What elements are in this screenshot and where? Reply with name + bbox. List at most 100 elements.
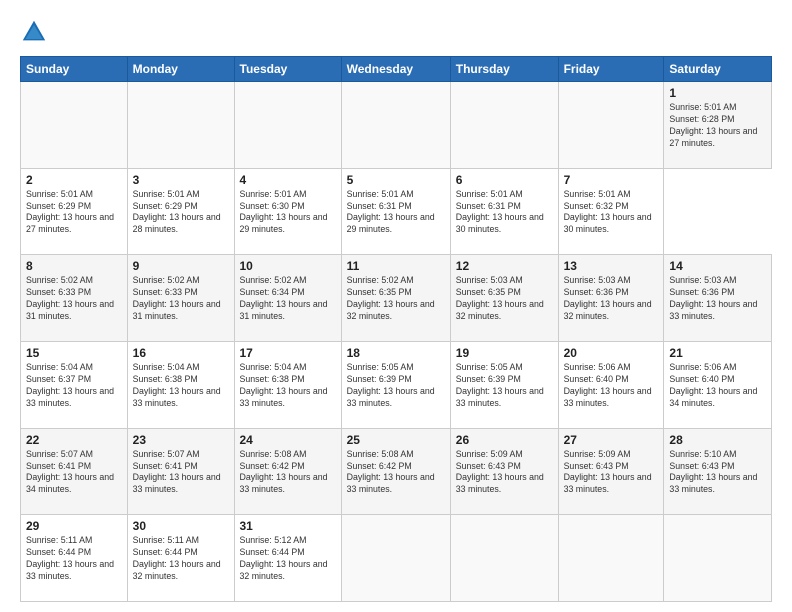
day-number: 13 [564,259,659,273]
logo-icon [20,18,48,46]
calendar-table: SundayMondayTuesdayWednesdayThursdayFrid… [20,56,772,602]
calendar-cell [341,82,450,169]
day-number: 21 [669,346,766,360]
header-day-sunday: Sunday [21,57,128,82]
day-number: 15 [26,346,122,360]
day-info: Sunrise: 5:11 AMSunset: 6:44 PMDaylight:… [133,535,221,581]
day-number: 31 [240,519,336,533]
day-info: Sunrise: 5:01 AMSunset: 6:30 PMDaylight:… [240,189,328,235]
logo [20,18,52,46]
day-number: 27 [564,433,659,447]
calendar-cell: 5 Sunrise: 5:01 AMSunset: 6:31 PMDayligh… [341,168,450,255]
day-number: 4 [240,173,336,187]
calendar-cell: 28 Sunrise: 5:10 AMSunset: 6:43 PMDaylig… [664,428,772,515]
day-number: 30 [133,519,229,533]
day-info: Sunrise: 5:11 AMSunset: 6:44 PMDaylight:… [26,535,114,581]
day-info: Sunrise: 5:07 AMSunset: 6:41 PMDaylight:… [26,449,114,495]
calendar-cell: 7 Sunrise: 5:01 AMSunset: 6:32 PMDayligh… [558,168,664,255]
calendar-cell: 13 Sunrise: 5:03 AMSunset: 6:36 PMDaylig… [558,255,664,342]
header-day-saturday: Saturday [664,57,772,82]
week-row-5: 29 Sunrise: 5:11 AMSunset: 6:44 PMDaylig… [21,515,772,602]
week-row-1: 2 Sunrise: 5:01 AMSunset: 6:29 PMDayligh… [21,168,772,255]
day-info: Sunrise: 5:04 AMSunset: 6:38 PMDaylight:… [133,362,221,408]
calendar-body: 1 Sunrise: 5:01 AMSunset: 6:28 PMDayligh… [21,82,772,602]
header [20,18,772,46]
day-info: Sunrise: 5:01 AMSunset: 6:28 PMDaylight:… [669,102,757,148]
calendar-cell: 2 Sunrise: 5:01 AMSunset: 6:29 PMDayligh… [21,168,128,255]
day-number: 19 [456,346,553,360]
day-info: Sunrise: 5:12 AMSunset: 6:44 PMDaylight:… [240,535,328,581]
day-info: Sunrise: 5:10 AMSunset: 6:43 PMDaylight:… [669,449,757,495]
calendar-cell [664,515,772,602]
calendar-cell: 26 Sunrise: 5:09 AMSunset: 6:43 PMDaylig… [450,428,558,515]
day-info: Sunrise: 5:08 AMSunset: 6:42 PMDaylight:… [240,449,328,495]
day-number: 8 [26,259,122,273]
day-number: 3 [133,173,229,187]
calendar-cell: 1 Sunrise: 5:01 AMSunset: 6:28 PMDayligh… [664,82,772,169]
day-number: 1 [669,86,766,100]
day-info: Sunrise: 5:02 AMSunset: 6:35 PMDaylight:… [347,275,435,321]
calendar-cell [21,82,128,169]
day-number: 14 [669,259,766,273]
day-number: 6 [456,173,553,187]
calendar-cell [127,82,234,169]
calendar-cell: 23 Sunrise: 5:07 AMSunset: 6:41 PMDaylig… [127,428,234,515]
day-number: 18 [347,346,445,360]
calendar-cell: 8 Sunrise: 5:02 AMSunset: 6:33 PMDayligh… [21,255,128,342]
day-info: Sunrise: 5:01 AMSunset: 6:32 PMDaylight:… [564,189,652,235]
calendar-page: SundayMondayTuesdayWednesdayThursdayFrid… [0,0,792,612]
header-day-friday: Friday [558,57,664,82]
calendar-cell: 29 Sunrise: 5:11 AMSunset: 6:44 PMDaylig… [21,515,128,602]
calendar-cell: 10 Sunrise: 5:02 AMSunset: 6:34 PMDaylig… [234,255,341,342]
day-number: 9 [133,259,229,273]
day-info: Sunrise: 5:08 AMSunset: 6:42 PMDaylight:… [347,449,435,495]
day-number: 10 [240,259,336,273]
day-number: 24 [240,433,336,447]
header-day-tuesday: Tuesday [234,57,341,82]
calendar-cell: 9 Sunrise: 5:02 AMSunset: 6:33 PMDayligh… [127,255,234,342]
day-info: Sunrise: 5:03 AMSunset: 6:36 PMDaylight:… [669,275,757,321]
day-number: 20 [564,346,659,360]
calendar-cell: 22 Sunrise: 5:07 AMSunset: 6:41 PMDaylig… [21,428,128,515]
day-info: Sunrise: 5:07 AMSunset: 6:41 PMDaylight:… [133,449,221,495]
day-number: 11 [347,259,445,273]
calendar-cell: 18 Sunrise: 5:05 AMSunset: 6:39 PMDaylig… [341,341,450,428]
day-info: Sunrise: 5:09 AMSunset: 6:43 PMDaylight:… [456,449,544,495]
calendar-cell: 14 Sunrise: 5:03 AMSunset: 6:36 PMDaylig… [664,255,772,342]
day-number: 17 [240,346,336,360]
calendar-cell [558,82,664,169]
calendar-cell: 21 Sunrise: 5:06 AMSunset: 6:40 PMDaylig… [664,341,772,428]
day-number: 23 [133,433,229,447]
day-number: 29 [26,519,122,533]
day-info: Sunrise: 5:03 AMSunset: 6:36 PMDaylight:… [564,275,652,321]
header-day-wednesday: Wednesday [341,57,450,82]
day-info: Sunrise: 5:02 AMSunset: 6:33 PMDaylight:… [26,275,114,321]
week-row-4: 22 Sunrise: 5:07 AMSunset: 6:41 PMDaylig… [21,428,772,515]
calendar-cell: 27 Sunrise: 5:09 AMSunset: 6:43 PMDaylig… [558,428,664,515]
day-number: 25 [347,433,445,447]
day-info: Sunrise: 5:03 AMSunset: 6:35 PMDaylight:… [456,275,544,321]
day-info: Sunrise: 5:01 AMSunset: 6:29 PMDaylight:… [133,189,221,235]
calendar-cell [341,515,450,602]
calendar-cell: 30 Sunrise: 5:11 AMSunset: 6:44 PMDaylig… [127,515,234,602]
day-number: 2 [26,173,122,187]
calendar-cell: 24 Sunrise: 5:08 AMSunset: 6:42 PMDaylig… [234,428,341,515]
week-row-0: 1 Sunrise: 5:01 AMSunset: 6:28 PMDayligh… [21,82,772,169]
calendar-cell: 11 Sunrise: 5:02 AMSunset: 6:35 PMDaylig… [341,255,450,342]
calendar-cell: 31 Sunrise: 5:12 AMSunset: 6:44 PMDaylig… [234,515,341,602]
day-number: 12 [456,259,553,273]
calendar-cell: 16 Sunrise: 5:04 AMSunset: 6:38 PMDaylig… [127,341,234,428]
header-row: SundayMondayTuesdayWednesdayThursdayFrid… [21,57,772,82]
day-number: 26 [456,433,553,447]
calendar-cell: 3 Sunrise: 5:01 AMSunset: 6:29 PMDayligh… [127,168,234,255]
day-info: Sunrise: 5:05 AMSunset: 6:39 PMDaylight:… [347,362,435,408]
day-number: 7 [564,173,659,187]
day-number: 16 [133,346,229,360]
week-row-3: 15 Sunrise: 5:04 AMSunset: 6:37 PMDaylig… [21,341,772,428]
day-number: 22 [26,433,122,447]
day-info: Sunrise: 5:04 AMSunset: 6:38 PMDaylight:… [240,362,328,408]
calendar-cell: 20 Sunrise: 5:06 AMSunset: 6:40 PMDaylig… [558,341,664,428]
calendar-cell: 25 Sunrise: 5:08 AMSunset: 6:42 PMDaylig… [341,428,450,515]
calendar-header: SundayMondayTuesdayWednesdayThursdayFrid… [21,57,772,82]
day-info: Sunrise: 5:01 AMSunset: 6:31 PMDaylight:… [456,189,544,235]
